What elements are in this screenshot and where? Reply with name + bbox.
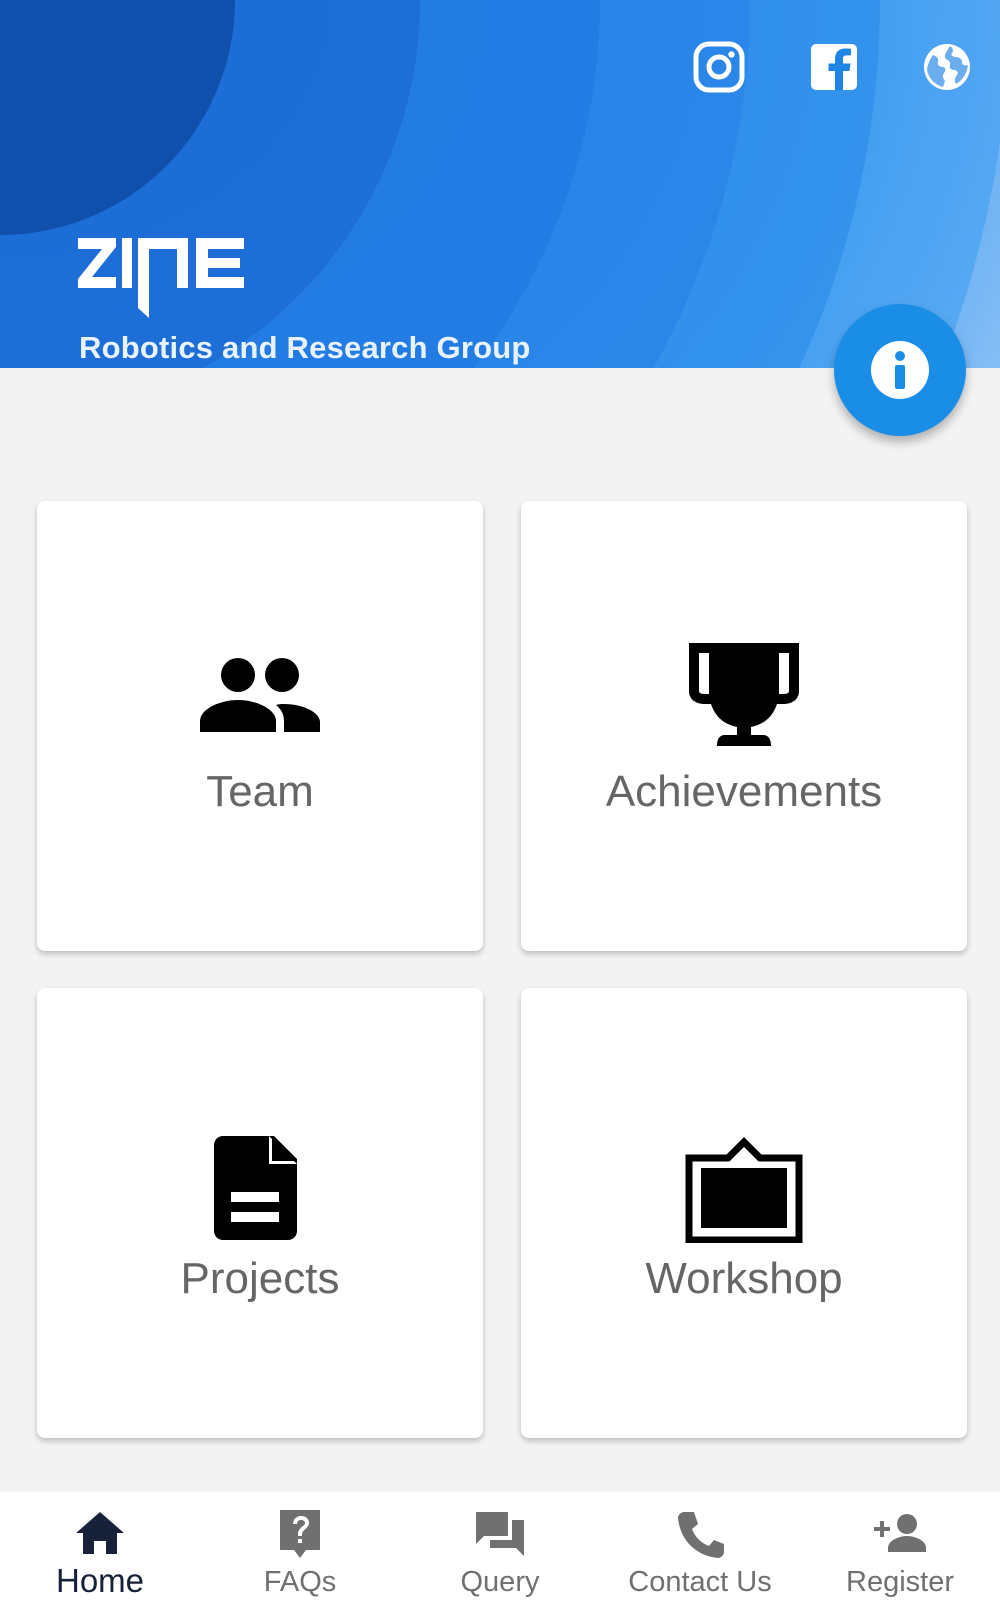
team-label: Team bbox=[206, 767, 314, 816]
achievements-label: Achievements bbox=[605, 767, 883, 816]
team-icon bbox=[195, 641, 325, 756]
nav-faqs-label: FAQs bbox=[263, 1566, 337, 1598]
tagline: Robotics and Research Group bbox=[79, 330, 531, 365]
header-banner: Robotics and Research Group bbox=[0, 0, 1000, 368]
globe-icon bbox=[924, 44, 970, 90]
app-screen: Robotics and Research Group Team Achieve… bbox=[0, 0, 1000, 1611]
home-icon bbox=[72, 1506, 128, 1562]
nav-contact-us-label: Contact Us bbox=[628, 1566, 772, 1598]
nav-faqs[interactable]: FAQs bbox=[200, 1492, 400, 1611]
logo-mark bbox=[78, 238, 244, 318]
nav-query[interactable]: Query bbox=[400, 1492, 600, 1611]
phone-icon bbox=[672, 1506, 728, 1562]
achievements-card[interactable]: Achievements bbox=[521, 501, 967, 951]
nav-register[interactable]: Register bbox=[800, 1492, 1000, 1611]
info-button[interactable] bbox=[834, 304, 966, 436]
workshop-label: Workshop bbox=[645, 1254, 843, 1303]
instagram-link[interactable] bbox=[692, 40, 746, 94]
faq-icon bbox=[272, 1506, 328, 1562]
document-icon bbox=[195, 1128, 325, 1243]
info-icon bbox=[871, 341, 929, 399]
facebook-icon bbox=[811, 44, 857, 90]
instagram-icon bbox=[693, 41, 745, 93]
nav-home-label: Home bbox=[55, 1562, 145, 1599]
nav-contact-us[interactable]: Contact Us bbox=[600, 1492, 800, 1611]
nav-query-label: Query bbox=[460, 1566, 540, 1598]
workshop-icon bbox=[679, 1128, 809, 1243]
nav-register-label: Register bbox=[846, 1566, 954, 1598]
bottom-navigation: Home FAQs Query Contact Us Register bbox=[0, 1492, 1000, 1611]
website-link[interactable] bbox=[920, 40, 974, 94]
facebook-link[interactable] bbox=[807, 40, 861, 94]
nav-home[interactable]: Home bbox=[0, 1492, 200, 1611]
workshop-card[interactable]: Workshop bbox=[521, 988, 967, 1438]
trophy-icon bbox=[679, 641, 809, 756]
add-person-icon bbox=[872, 1506, 928, 1562]
projects-label: Projects bbox=[180, 1254, 340, 1303]
team-card[interactable]: Team bbox=[37, 501, 483, 951]
chat-icon bbox=[472, 1506, 528, 1562]
zine-logo bbox=[78, 232, 254, 324]
projects-card[interactable]: Projects bbox=[37, 988, 483, 1438]
